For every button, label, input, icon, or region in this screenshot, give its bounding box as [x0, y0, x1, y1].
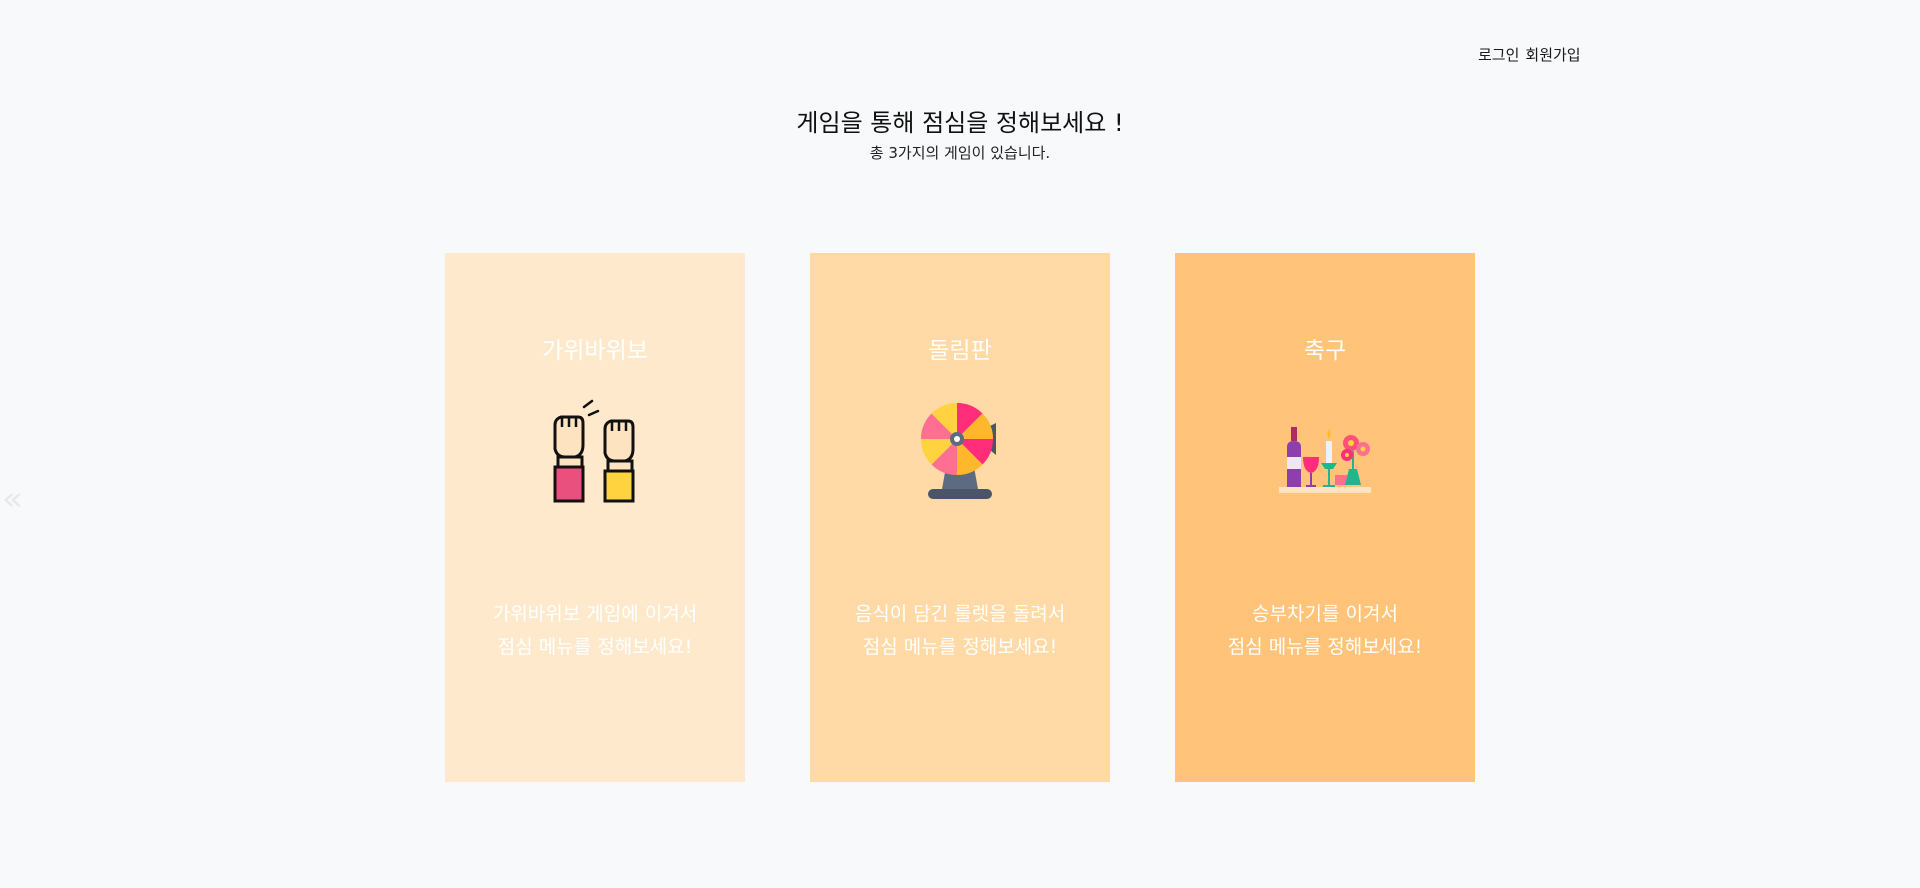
game-card-rock-paper-scissors[interactable]: 가위바위보 가위바위보 게임에 이겨서 점심 메뉴를 정해보세요! [445, 253, 745, 782]
page-title: 게임을 통해 점심을 정해보세요 ! [796, 109, 1124, 137]
card-description: 음식이 담긴 룰렛을 돌려서 점심 메뉴를 정해보세요! [810, 598, 1110, 664]
login-link[interactable]: 로그인 [1478, 44, 1519, 65]
card-description: 승부차기를 이겨서 점심 메뉴를 정해보세요! [1175, 598, 1475, 664]
signup-link[interactable]: 회원가입 [1525, 44, 1580, 65]
rock-paper-scissors-hands-icon [545, 393, 645, 503]
celebration-table-icon [1275, 393, 1375, 503]
card-title: 축구 [1303, 338, 1347, 364]
auth-links: 로그인 회원가입 [1478, 44, 1581, 65]
card-title: 돌림판 [928, 338, 992, 364]
page-subtitle: 총 3가지의 게임이 있습니다. [869, 144, 1051, 162]
page: 로그인 회원가입 게임을 통해 점심을 정해보세요 ! 총 3가지의 게임이 있… [0, 0, 1920, 888]
roulette-wheel-icon [910, 393, 1010, 503]
card-description-line: 가위바위보 게임에 이겨서 [492, 603, 698, 625]
card-description-line: 음식이 담긴 룰렛을 돌려서 [854, 603, 1066, 625]
card-title: 가위바위보 [542, 338, 648, 364]
card-description-line: 승부차기를 이겨서 [1252, 603, 1398, 625]
card-description: 가위바위보 게임에 이겨서 점심 메뉴를 정해보세요! [445, 598, 745, 664]
card-description-line: 점심 메뉴를 정해보세요! [497, 636, 693, 658]
card-description-line: 점심 메뉴를 정해보세요! [862, 636, 1058, 658]
double-chevron-left-icon[interactable]: « [2, 482, 23, 516]
card-description-line: 점심 메뉴를 정해보세요! [1227, 636, 1423, 658]
game-card-soccer[interactable]: 축구 승부차기를 이겨서 점심 메뉴를 정해보세요! [1175, 253, 1475, 782]
game-card-roulette[interactable]: 돌림판 음식이 담긴 룰렛을 돌려서 점심 메뉴를 정해보세요! [810, 253, 1110, 782]
